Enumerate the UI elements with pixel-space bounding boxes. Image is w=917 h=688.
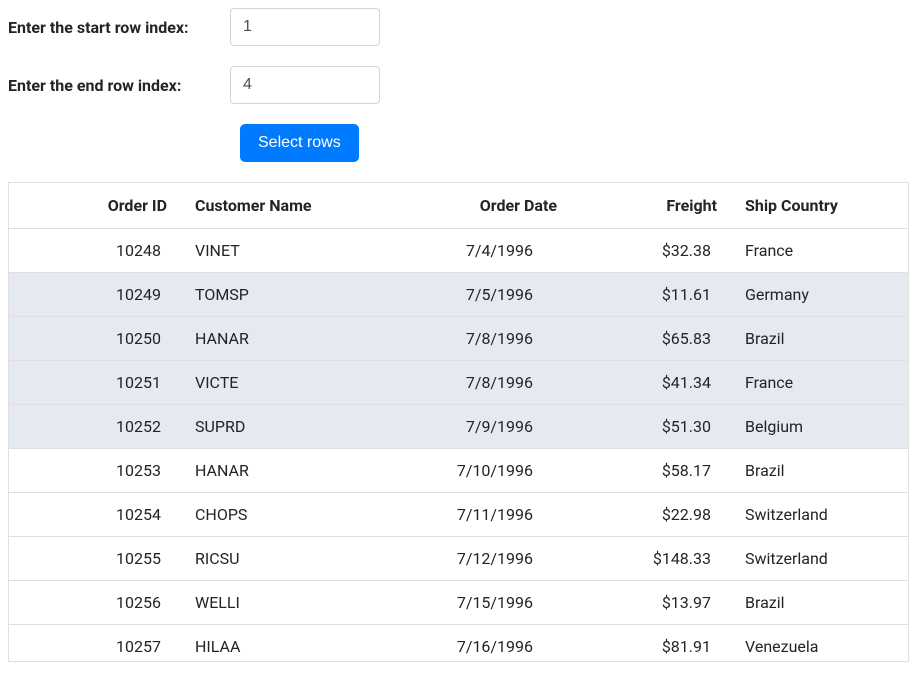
cell-customer: HILAA [175,625,385,661]
cell-freight: $58.17 [565,449,725,492]
table-row[interactable]: 10255RICSU7/12/1996$148.33Switzerland [9,536,908,580]
cell-date: 7/10/1996 [385,449,565,492]
cell-orderid: 10257 [9,625,175,661]
col-header-country[interactable]: Ship Country [725,183,885,228]
table-row[interactable]: 10252SUPRD7/9/1996$51.30Belgium [9,404,908,448]
grid-body[interactable]: 10248VINET7/4/1996$32.38France10249TOMSP… [9,229,908,661]
cell-freight: $41.34 [565,361,725,404]
cell-orderid: 10252 [9,405,175,448]
start-index-input[interactable] [230,8,380,46]
cell-customer: VICTE [175,361,385,404]
cell-date: 7/9/1996 [385,405,565,448]
col-header-date[interactable]: Order Date [385,183,565,228]
cell-freight: $11.61 [565,273,725,316]
cell-customer: HANAR [175,317,385,360]
cell-customer: HANAR [175,449,385,492]
cell-orderid: 10250 [9,317,175,360]
col-header-orderid[interactable]: Order ID [9,183,175,228]
cell-date: 7/16/1996 [385,625,565,661]
cell-date: 7/8/1996 [385,361,565,404]
cell-orderid: 10256 [9,581,175,624]
cell-orderid: 10253 [9,449,175,492]
cell-customer: RICSU [175,537,385,580]
table-row[interactable]: 10248VINET7/4/1996$32.38France [9,229,908,272]
cell-customer: WELLI [175,581,385,624]
cell-country: Brazil [725,581,885,624]
start-index-label: Enter the start row index: [8,18,230,37]
table-row[interactable]: 10254CHOPS7/11/1996$22.98Switzerland [9,492,908,536]
cell-freight: $65.83 [565,317,725,360]
cell-freight: $13.97 [565,581,725,624]
cell-customer: VINET [175,229,385,272]
table-row[interactable]: 10250HANAR7/8/1996$65.83Brazil [9,316,908,360]
table-row[interactable]: 10249TOMSP7/5/1996$11.61Germany [9,272,908,316]
table-row[interactable]: 10257HILAA7/16/1996$81.91Venezuela [9,624,908,661]
cell-customer: SUPRD [175,405,385,448]
cell-freight: $32.38 [565,229,725,272]
cell-freight: $148.33 [565,537,725,580]
cell-orderid: 10251 [9,361,175,404]
cell-freight: $51.30 [565,405,725,448]
cell-date: 7/8/1996 [385,317,565,360]
start-index-row: Enter the start row index: [8,8,909,46]
col-header-customer[interactable]: Customer Name [175,183,385,228]
end-index-row: Enter the end row index: [8,66,909,104]
end-index-input[interactable] [230,66,380,104]
cell-customer: CHOPS [175,493,385,536]
select-rows-button[interactable]: Select rows [240,124,359,162]
cell-customer: TOMSP [175,273,385,316]
cell-country: Brazil [725,449,885,492]
cell-country: Venezuela [725,625,885,661]
cell-country: France [725,229,885,272]
col-header-freight[interactable]: Freight [565,183,725,228]
orders-grid: Order ID Customer Name Order Date Freigh… [8,182,909,662]
cell-freight: $81.91 [565,625,725,661]
cell-date: 7/5/1996 [385,273,565,316]
cell-country: Brazil [725,317,885,360]
cell-country: Switzerland [725,537,885,580]
cell-date: 7/4/1996 [385,229,565,272]
end-index-label: Enter the end row index: [8,76,230,95]
cell-date: 7/15/1996 [385,581,565,624]
grid-header-row: Order ID Customer Name Order Date Freigh… [9,183,908,229]
button-row: Select rows [8,124,909,162]
table-row[interactable]: 10256WELLI7/15/1996$13.97Brazil [9,580,908,624]
cell-country: Switzerland [725,493,885,536]
cell-date: 7/11/1996 [385,493,565,536]
cell-country: Belgium [725,405,885,448]
cell-freight: $22.98 [565,493,725,536]
table-row[interactable]: 10253HANAR7/10/1996$58.17Brazil [9,448,908,492]
cell-orderid: 10255 [9,537,175,580]
cell-country: France [725,361,885,404]
cell-orderid: 10248 [9,229,175,272]
table-row[interactable]: 10251VICTE7/8/1996$41.34France [9,360,908,404]
cell-orderid: 10254 [9,493,175,536]
cell-country: Germany [725,273,885,316]
cell-date: 7/12/1996 [385,537,565,580]
cell-orderid: 10249 [9,273,175,316]
